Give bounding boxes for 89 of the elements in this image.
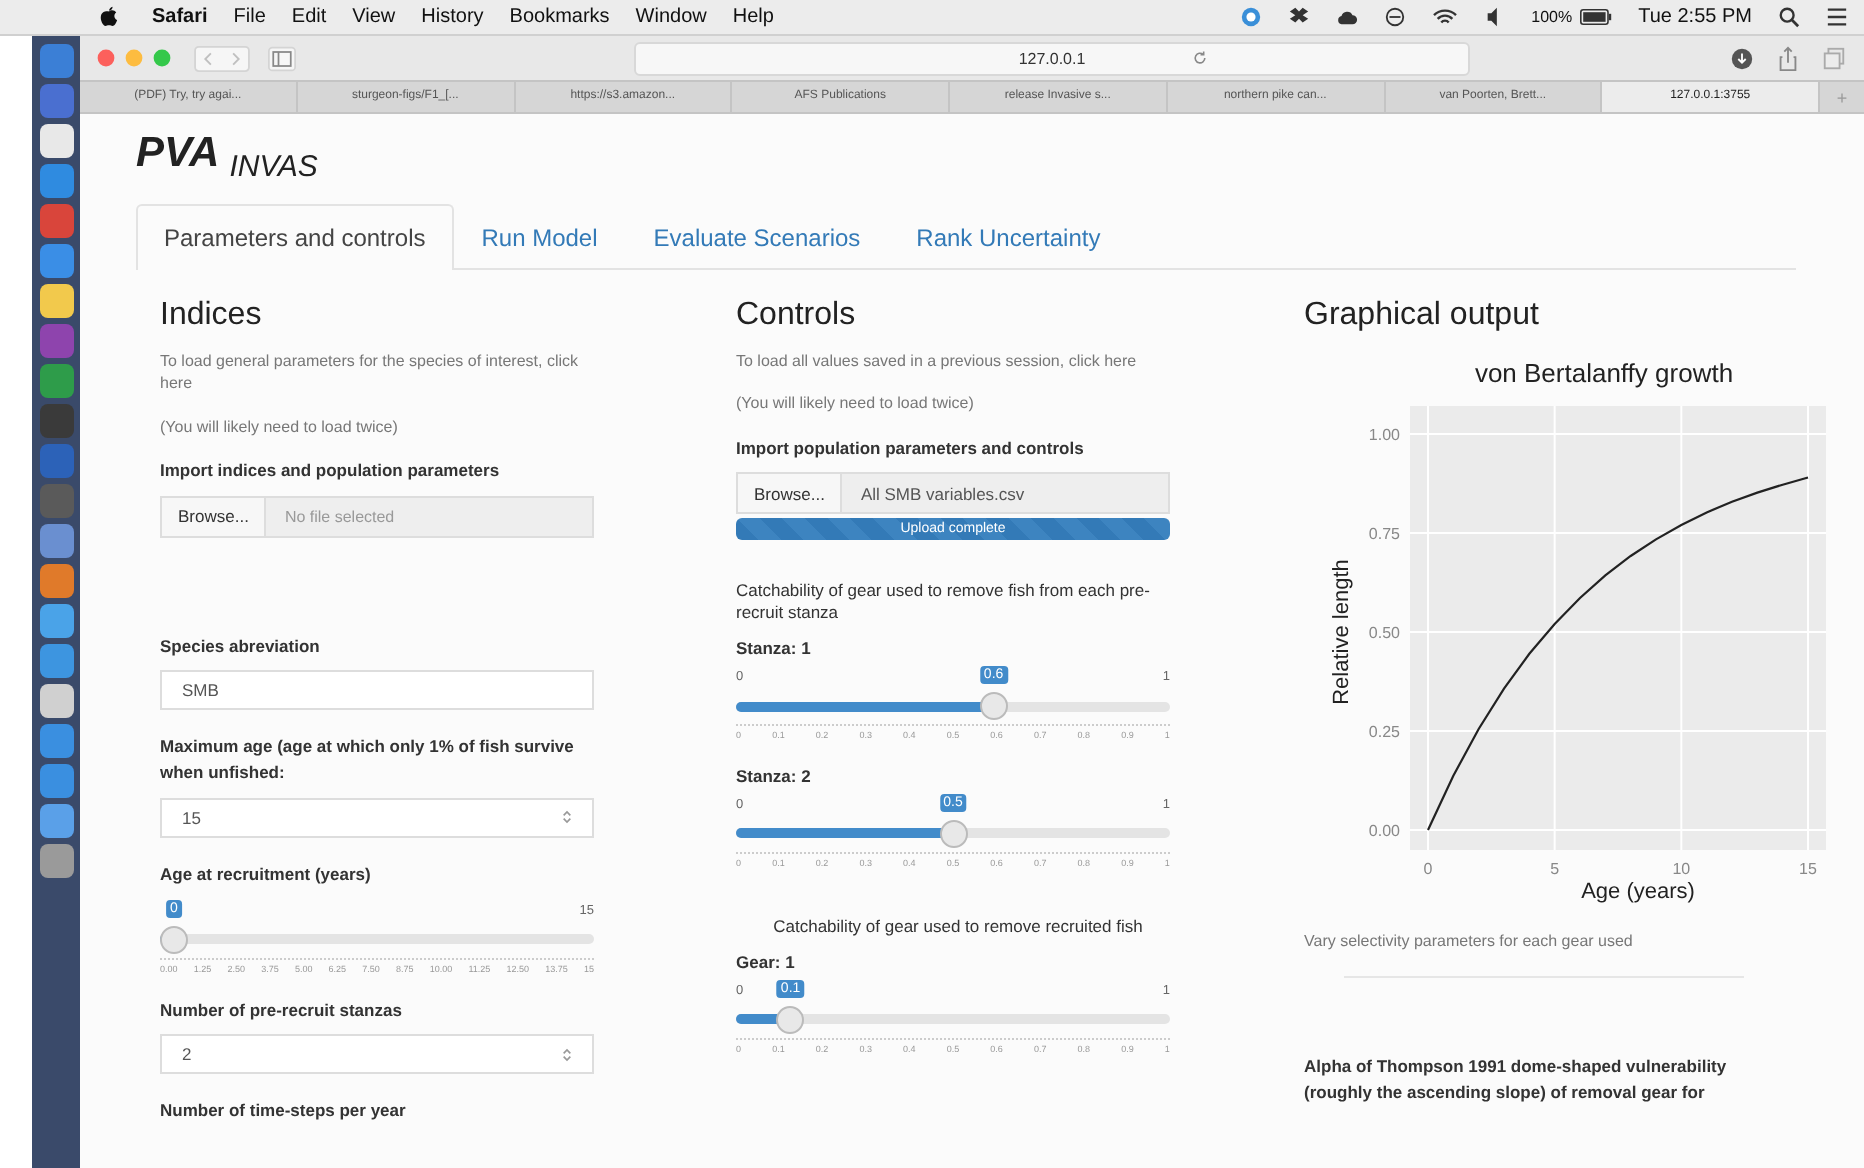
file-name-field: All SMB variables.csv [842, 474, 1168, 513]
x-axis-label: Age (years) [1581, 880, 1695, 905]
note-text: (You will likely need to load twice) [736, 392, 976, 416]
slider-handle[interactable] [160, 925, 188, 953]
file-field[interactable]: Browse... No file selected [160, 495, 594, 537]
dock-app-icon[interactable] [39, 564, 73, 598]
menu-item[interactable]: Bookmarks [509, 6, 610, 28]
browse-button[interactable]: Browse... [162, 497, 267, 535]
field-label: Import indices and population parameters [160, 457, 502, 483]
nav-tab[interactable]: Run Model [453, 204, 626, 271]
spinner-icon[interactable] [562, 1045, 572, 1064]
menu-item[interactable]: View [352, 6, 396, 28]
slider-handle[interactable] [776, 1005, 805, 1034]
battery-percentage: 100% [1531, 8, 1573, 26]
menu-app-name[interactable]: Safari [152, 6, 208, 28]
y-tick-label: 0.25 [1368, 723, 1400, 742]
field-label: Maximum age (age at which only 1% of fish survive when unfished: [160, 734, 576, 786]
reload-icon[interactable] [1192, 50, 1208, 66]
description-text: To load general parameters for the species of interest, click here [160, 350, 580, 396]
circle-status-icon[interactable] [1239, 6, 1262, 28]
file-name-field: No file selected [266, 497, 592, 535]
dock-app-icon[interactable] [39, 284, 73, 318]
y-tick-label: 0.75 [1368, 525, 1400, 544]
field-label: Number of time-steps per year [160, 1098, 408, 1124]
section-heading: Graphical output [1304, 298, 1541, 335]
field-label: Alpha of Thompson 1991 dome-shaped vulnerability (roughly the ascending slope) of removal gear for [1304, 1054, 1729, 1106]
download-icon[interactable] [1728, 45, 1756, 71]
x-tick-label: 5 [1550, 860, 1560, 879]
window-controls-icon[interactable] [96, 48, 176, 68]
number-field[interactable]: 15 [160, 797, 594, 838]
group-title: Catchability of gear used to remove fish from each pre-recruit stanza [736, 580, 1152, 625]
y-tick-label: 0.50 [1368, 624, 1400, 643]
dock-app-icon[interactable] [39, 604, 73, 638]
x-tick-label: 0 [1423, 860, 1433, 879]
menu-clock[interactable]: Tue 2:55 PM [1638, 6, 1752, 28]
slider-handle[interactable] [939, 819, 967, 848]
y-axis-label: Relative length [1330, 559, 1354, 706]
note-text: (You will likely need to load twice) [160, 415, 400, 438]
tabs-overview-icon[interactable] [1820, 45, 1848, 71]
field-label: Species abreviation [160, 633, 322, 659]
y-tick-label: 0.00 [1368, 822, 1400, 841]
nav-tab[interactable]: Parameters and controls [136, 204, 454, 271]
browse-button[interactable]: Browse... [738, 474, 843, 513]
section-heading: Controls [736, 298, 858, 335]
y-tick-label: 1.00 [1368, 426, 1400, 445]
nav-tab[interactable]: Evaluate Scenarios [625, 204, 889, 271]
dock-app-icon[interactable] [39, 684, 73, 718]
menu-item[interactable]: Window [635, 6, 707, 28]
share-icon[interactable] [1774, 45, 1802, 71]
slider-label: Stanza: 2 [736, 764, 813, 790]
slider-track[interactable] [736, 819, 1170, 848]
slider-track[interactable] [736, 1005, 1170, 1034]
x-tick-label: 15 [1799, 860, 1817, 879]
wifi-icon[interactable] [1431, 6, 1458, 28]
field-label: Age at recruitment (years) [160, 861, 373, 887]
field-label: Number of pre-recruit stanzas [160, 997, 404, 1023]
number-field[interactable]: 2 [160, 1034, 594, 1075]
search-icon[interactable] [1778, 6, 1800, 28]
text-field[interactable]: SMB [160, 670, 594, 711]
field-label: Import population parameters and controls [736, 435, 1086, 461]
group-title: Catchability of gear used to remove recruited fish [771, 915, 1145, 938]
nav-tab[interactable]: Rank Uncertainty [888, 204, 1129, 271]
app-title: PVA $_{INVAS}$ [136, 130, 320, 185]
file-field[interactable]: Browse... All SMB variables.csv [736, 472, 1170, 515]
slider-track[interactable] [736, 692, 1170, 721]
menu-item[interactable]: Edit [291, 6, 327, 28]
description-text: To load all values saved in a previous session, click here [736, 350, 1139, 373]
menu-item[interactable]: File [233, 6, 266, 28]
menu-item[interactable]: Help [732, 6, 774, 28]
chart-title: von Bertalanffy growth [1474, 358, 1734, 389]
list-icon[interactable] [1826, 6, 1848, 28]
menu-item[interactable]: History [421, 6, 484, 28]
slider-label: Stanza: 1 [736, 636, 813, 663]
slider-track[interactable] [160, 925, 594, 953]
dock-app-icon[interactable] [39, 804, 73, 838]
battery-icon[interactable] [1580, 8, 1613, 26]
back-forward-icon[interactable] [194, 45, 250, 71]
section-heading: Indices [160, 298, 264, 335]
x-tick-label: 10 [1672, 860, 1691, 879]
dock-app-icon[interactable] [39, 124, 73, 158]
sidebar-icon[interactable] [268, 45, 296, 71]
dock-app-icon[interactable] [39, 844, 73, 878]
cloud-icon[interactable] [1335, 6, 1358, 28]
apple-icon[interactable] [100, 6, 118, 28]
address-bar[interactable]: 127.0.0.1 [634, 41, 1470, 75]
slider-label: Gear: 1 [736, 949, 797, 976]
spinner-icon[interactable] [562, 808, 572, 827]
note-text: Vary selectivity parameters for each gear used [1304, 930, 1635, 953]
slider-handle[interactable] [979, 692, 1008, 721]
